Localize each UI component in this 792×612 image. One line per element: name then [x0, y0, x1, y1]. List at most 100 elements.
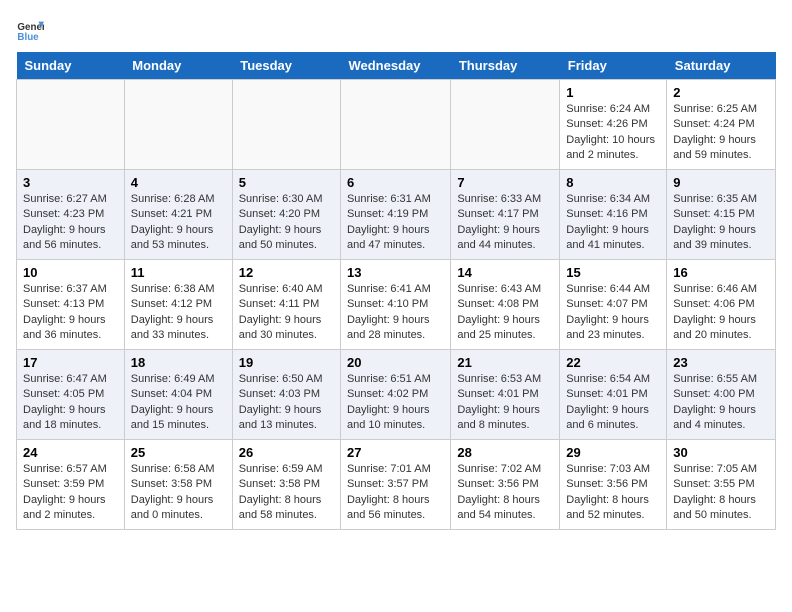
- calendar-cell: 30Sunrise: 7:05 AM Sunset: 3:55 PM Dayli…: [667, 440, 776, 530]
- col-header-sunday: Sunday: [17, 52, 125, 80]
- calendar-cell: [124, 80, 232, 170]
- day-info: Sunrise: 7:01 AM Sunset: 3:57 PM Dayligh…: [347, 462, 444, 524]
- day-number: 27: [347, 445, 444, 460]
- day-number: 19: [239, 355, 334, 370]
- calendar-cell: 14Sunrise: 6:43 AM Sunset: 4:08 PM Dayli…: [451, 260, 560, 350]
- day-info: Sunrise: 6:49 AM Sunset: 4:04 PM Dayligh…: [131, 372, 226, 434]
- col-header-thursday: Thursday: [451, 52, 560, 80]
- day-info: Sunrise: 6:38 AM Sunset: 4:12 PM Dayligh…: [131, 282, 226, 344]
- day-number: 21: [457, 355, 553, 370]
- day-number: 24: [23, 445, 118, 460]
- calendar-cell: 27 Sunrise: 7:01 AM Sunset: 3:57 PM Dayli…: [340, 440, 450, 530]
- calendar-cell: 12 Sunrise: 6:40 AM Sunset: 4:11 PM Dayli…: [232, 260, 340, 350]
- calendar-cell: 18 Sunrise: 6:49 AM Sunset: 4:04 PM Dayli…: [124, 350, 232, 440]
- day-number: 4: [131, 175, 226, 190]
- calendar-cell: 17 Sunrise: 6:47 AM Sunset: 4:05 PM Dayli…: [17, 350, 125, 440]
- day-info: Sunrise: 6:57 AM Sunset: 3:59 PM Dayligh…: [23, 462, 118, 524]
- calendar-cell: 11 Sunrise: 6:38 AM Sunset: 4:12 PM Dayli…: [124, 260, 232, 350]
- day-info: Sunrise: 6:25 AM Sunset: 4:24 PM Dayligh…: [673, 102, 769, 164]
- calendar-cell: 2Sunrise: 6:25 AM Sunset: 4:24 PM Daylig…: [667, 80, 776, 170]
- day-number: 17: [23, 355, 118, 370]
- calendar-cell: 1 Sunrise: 6:24 AM Sunset: 4:26 PM Daylig…: [560, 80, 667, 170]
- calendar-cell: 23 Sunrise: 6:55 AM Sunset: 4:00 PM Dayli…: [667, 350, 776, 440]
- logo: General Blue: [16, 16, 44, 44]
- calendar-cell: [17, 80, 125, 170]
- day-number: 1: [566, 85, 660, 100]
- calendar-cell: 25 Sunrise: 6:58 AM Sunset: 3:58 PM Dayli…: [124, 440, 232, 530]
- day-info: Sunrise: 6:27 AM Sunset: 4:23 PM Dayligh…: [23, 192, 118, 254]
- day-number: 9: [673, 175, 769, 190]
- day-number: 16: [673, 265, 769, 280]
- day-number: 29: [566, 445, 660, 460]
- day-info: Sunrise: 6:41 AM Sunset: 4:10 PM Dayligh…: [347, 282, 444, 344]
- day-info: Sunrise: 6:59 AM Sunset: 3:58 PM Dayligh…: [239, 462, 334, 524]
- day-info: Sunrise: 6:30 AM Sunset: 4:20 PM Dayligh…: [239, 192, 334, 254]
- day-info: Sunrise: 6:34 AM Sunset: 4:16 PM Dayligh…: [566, 192, 660, 254]
- day-number: 22: [566, 355, 660, 370]
- day-info: Sunrise: 6:40 AM Sunset: 4:11 PM Dayligh…: [239, 282, 334, 344]
- calendar-cell: 9 Sunrise: 6:35 AM Sunset: 4:15 PM Daylig…: [667, 170, 776, 260]
- day-info: Sunrise: 6:37 AM Sunset: 4:13 PM Dayligh…: [23, 282, 118, 344]
- day-number: 10: [23, 265, 118, 280]
- day-number: 14: [457, 265, 553, 280]
- calendar-cell: 28 Sunrise: 7:02 AM Sunset: 3:56 PM Dayli…: [451, 440, 560, 530]
- day-number: 20: [347, 355, 444, 370]
- day-number: 13: [347, 265, 444, 280]
- day-info: Sunrise: 6:28 AM Sunset: 4:21 PM Dayligh…: [131, 192, 226, 254]
- calendar-cell: 29 Sunrise: 7:03 AM Sunset: 3:56 PM Dayli…: [560, 440, 667, 530]
- day-info: Sunrise: 6:54 AM Sunset: 4:01 PM Dayligh…: [566, 372, 660, 434]
- col-header-wednesday: Wednesday: [340, 52, 450, 80]
- calendar-cell: 6Sunrise: 6:31 AM Sunset: 4:19 PM Daylig…: [340, 170, 450, 260]
- col-header-friday: Friday: [560, 52, 667, 80]
- calendar-cell: 22 Sunrise: 6:54 AM Sunset: 4:01 PM Dayli…: [560, 350, 667, 440]
- calendar-cell: 24 Sunrise: 6:57 AM Sunset: 3:59 PM Dayli…: [17, 440, 125, 530]
- calendar-cell: 19 Sunrise: 6:50 AM Sunset: 4:03 PM Dayli…: [232, 350, 340, 440]
- calendar-cell: 5 Sunrise: 6:30 AM Sunset: 4:20 PM Daylig…: [232, 170, 340, 260]
- calendar-cell: [232, 80, 340, 170]
- day-number: 5: [239, 175, 334, 190]
- calendar-table: SundayMondayTuesdayWednesdayThursdayFrid…: [16, 52, 776, 530]
- day-info: Sunrise: 7:03 AM Sunset: 3:56 PM Dayligh…: [566, 462, 660, 524]
- calendar-cell: 4 Sunrise: 6:28 AM Sunset: 4:21 PM Daylig…: [124, 170, 232, 260]
- day-number: 18: [131, 355, 226, 370]
- calendar-cell: 20 Sunrise: 6:51 AM Sunset: 4:02 PM Dayli…: [340, 350, 450, 440]
- day-number: 8: [566, 175, 660, 190]
- calendar-cell: [340, 80, 450, 170]
- logo-icon: General Blue: [16, 16, 44, 44]
- day-info: Sunrise: 6:35 AM Sunset: 4:15 PM Dayligh…: [673, 192, 769, 254]
- day-info: Sunrise: 6:50 AM Sunset: 4:03 PM Dayligh…: [239, 372, 334, 434]
- svg-text:Blue: Blue: [17, 32, 39, 43]
- day-info: Sunrise: 6:47 AM Sunset: 4:05 PM Dayligh…: [23, 372, 118, 434]
- day-info: Sunrise: 6:46 AM Sunset: 4:06 PM Dayligh…: [673, 282, 769, 344]
- day-info: Sunrise: 6:55 AM Sunset: 4:00 PM Dayligh…: [673, 372, 769, 434]
- header: General Blue: [16, 16, 776, 44]
- day-info: Sunrise: 6:58 AM Sunset: 3:58 PM Dayligh…: [131, 462, 226, 524]
- day-number: 7: [457, 175, 553, 190]
- calendar-cell: 10 Sunrise: 6:37 AM Sunset: 4:13 PM Dayli…: [17, 260, 125, 350]
- day-number: 12: [239, 265, 334, 280]
- day-info: Sunrise: 6:33 AM Sunset: 4:17 PM Dayligh…: [457, 192, 553, 254]
- day-number: 11: [131, 265, 226, 280]
- day-info: Sunrise: 7:02 AM Sunset: 3:56 PM Dayligh…: [457, 462, 553, 524]
- day-number: 3: [23, 175, 118, 190]
- day-number: 25: [131, 445, 226, 460]
- day-number: 26: [239, 445, 334, 460]
- calendar-cell: 21 Sunrise: 6:53 AM Sunset: 4:01 PM Dayli…: [451, 350, 560, 440]
- calendar-cell: 8 Sunrise: 6:34 AM Sunset: 4:16 PM Daylig…: [560, 170, 667, 260]
- calendar-cell: 16 Sunrise: 6:46 AM Sunset: 4:06 PM Dayli…: [667, 260, 776, 350]
- day-number: 30: [673, 445, 769, 460]
- day-number: 28: [457, 445, 553, 460]
- calendar-cell: [451, 80, 560, 170]
- day-number: 6: [347, 175, 444, 190]
- calendar-cell: 7 Sunrise: 6:33 AM Sunset: 4:17 PM Daylig…: [451, 170, 560, 260]
- calendar-cell: 15Sunrise: 6:44 AM Sunset: 4:07 PM Dayli…: [560, 260, 667, 350]
- day-info: Sunrise: 6:44 AM Sunset: 4:07 PM Dayligh…: [566, 282, 660, 344]
- calendar-cell: 3 Sunrise: 6:27 AM Sunset: 4:23 PM Daylig…: [17, 170, 125, 260]
- day-number: 23: [673, 355, 769, 370]
- day-info: Sunrise: 6:53 AM Sunset: 4:01 PM Dayligh…: [457, 372, 553, 434]
- col-header-monday: Monday: [124, 52, 232, 80]
- calendar-cell: 13 Sunrise: 6:41 AM Sunset: 4:10 PM Dayli…: [340, 260, 450, 350]
- day-info: Sunrise: 6:24 AM Sunset: 4:26 PM Dayligh…: [566, 102, 660, 164]
- col-header-tuesday: Tuesday: [232, 52, 340, 80]
- day-info: Sunrise: 6:51 AM Sunset: 4:02 PM Dayligh…: [347, 372, 444, 434]
